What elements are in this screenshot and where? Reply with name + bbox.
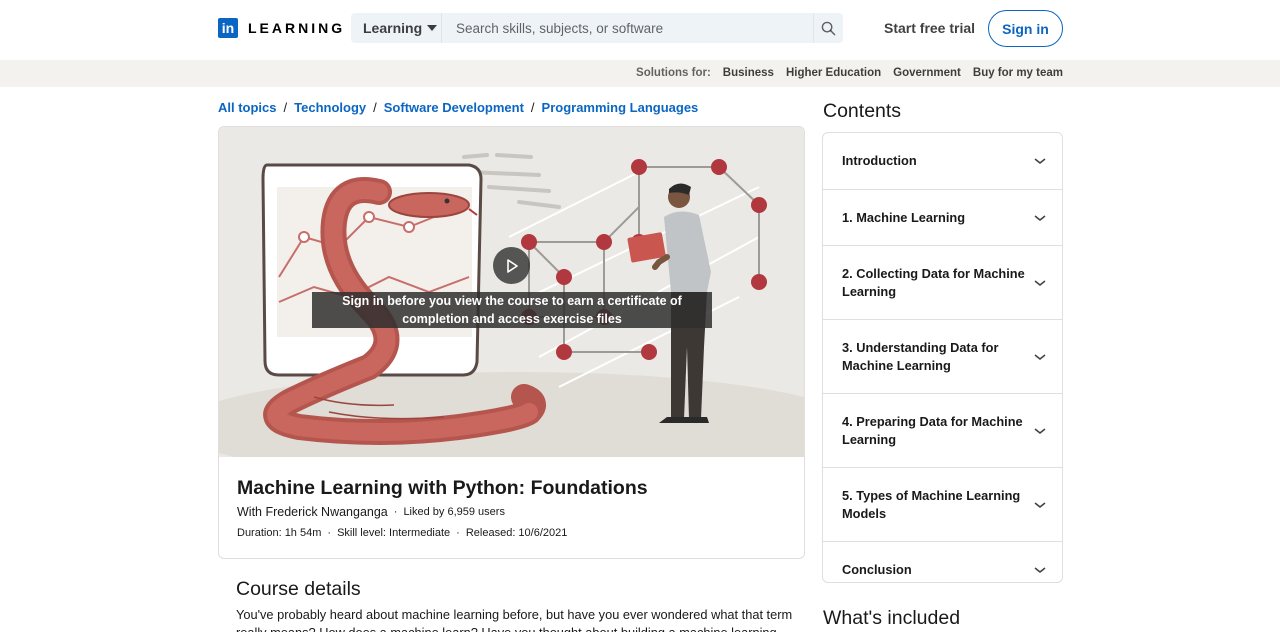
- search-type-label: Learning: [363, 20, 423, 36]
- search-bar: Learning: [351, 13, 843, 43]
- chevron-down-icon: [1034, 279, 1046, 286]
- chevron-down-icon: [1034, 214, 1046, 221]
- chevron-down-icon: [1034, 567, 1046, 573]
- search-input[interactable]: [441, 13, 813, 43]
- caret-down-icon: [427, 25, 438, 31]
- solutions-government-link[interactable]: Government: [893, 67, 961, 79]
- toc-item-understanding-data[interactable]: 3. Understanding Data for Machine Learni…: [823, 320, 1062, 394]
- solutions-bar: Solutions for: Business Higher Education…: [0, 60, 1280, 87]
- breadcrumb-separator: /: [373, 100, 377, 115]
- instructor-name[interactable]: With Frederick Nwanganga: [237, 505, 388, 519]
- solutions-higher-education-link[interactable]: Higher Education: [786, 67, 881, 79]
- chevron-down-icon: [1034, 427, 1046, 434]
- breadcrumb-all-topics[interactable]: All topics: [218, 100, 277, 115]
- toc-item-label: 1. Machine Learning: [842, 209, 966, 225]
- toc-item-label: Conclusion: [842, 562, 912, 577]
- toc-item-label: 4. Preparing Data for Machine Learning: [842, 413, 1023, 447]
- chevron-down-icon: [1034, 158, 1046, 164]
- course-released-date: Released: 10/6/2021: [465, 527, 568, 539]
- breadcrumb: All topics / Technology / Software Devel…: [218, 100, 698, 115]
- sign-in-video-message: Sign in before you view the course to ea…: [312, 292, 712, 328]
- course-details-text: You've probably heard about machine lear…: [236, 607, 793, 632]
- breadcrumb-programming-languages[interactable]: Programming Languages: [542, 100, 699, 115]
- start-free-trial-link[interactable]: Start free trial: [876, 20, 983, 36]
- liked-count: Liked by 6,959 users: [403, 506, 505, 518]
- contents-list: Introduction 1. Machine Learning 2. Coll…: [822, 132, 1063, 583]
- separator-dot: ·: [393, 506, 398, 518]
- course-card: Sign in before you view the course to ea…: [218, 126, 805, 559]
- toc-item-types-of-models[interactable]: 5. Types of Machine Learning Models: [823, 468, 1062, 542]
- toc-item-introduction[interactable]: Introduction: [823, 133, 1062, 190]
- logo-text: LEARNING: [248, 20, 346, 36]
- chevron-down-icon: [1034, 353, 1046, 360]
- course-duration: Duration: 1h 54m: [237, 527, 322, 539]
- solutions-business-link[interactable]: Business: [723, 67, 774, 79]
- search-button[interactable]: [813, 13, 843, 43]
- search-icon: [821, 21, 836, 35]
- separator-dot: ·: [456, 527, 460, 539]
- whats-included-heading: What's included: [823, 607, 961, 629]
- play-icon: [506, 258, 518, 273]
- course-details-heading: Course details: [236, 578, 361, 600]
- chevron-down-icon: [1034, 501, 1046, 508]
- course-title: Machine Learning with Python: Foundation…: [237, 477, 648, 499]
- toc-item-conclusion[interactable]: Conclusion: [823, 542, 1062, 582]
- breadcrumb-technology[interactable]: Technology: [294, 100, 366, 115]
- search-type-dropdown[interactable]: Learning: [351, 13, 441, 43]
- linkedin-icon: in: [218, 18, 238, 38]
- toc-item-label: 5. Types of Machine Learning Models: [842, 487, 1021, 521]
- course-meta-row: Duration: 1h 54m · Skill level: Intermed…: [237, 527, 567, 539]
- sign-in-button[interactable]: Sign in: [988, 10, 1063, 47]
- toc-item-preparing-data[interactable]: 4. Preparing Data for Machine Learning: [823, 394, 1062, 468]
- course-skill-level: Skill level: Intermediate: [337, 527, 451, 539]
- solutions-buy-for-team-link[interactable]: Buy for my team: [973, 67, 1063, 79]
- toc-item-machine-learning[interactable]: 1. Machine Learning: [823, 190, 1062, 246]
- toc-item-collecting-data[interactable]: 2. Collecting Data for Machine Learning: [823, 246, 1062, 320]
- toc-item-label: 2. Collecting Data for Machine Learning: [842, 265, 1025, 299]
- solutions-label: Solutions for:: [636, 67, 711, 79]
- linkedin-learning-logo[interactable]: in LEARNING: [218, 18, 345, 38]
- breadcrumb-software-development[interactable]: Software Development: [384, 100, 524, 115]
- toc-item-label: Introduction: [842, 153, 917, 168]
- breadcrumb-separator: /: [530, 100, 535, 115]
- toc-item-label: 3. Understanding Data for Machine Learni…: [842, 339, 999, 373]
- breadcrumb-separator: /: [283, 100, 288, 115]
- separator-dot: ·: [327, 527, 332, 539]
- top-header: in LEARNING Learning Start free trial Si…: [0, 0, 1280, 58]
- play-button[interactable]: [493, 247, 530, 284]
- course-instructor-row: With Frederick Nwanganga · Liked by 6,95…: [237, 505, 505, 519]
- contents-heading: Contents: [823, 100, 902, 122]
- course-video-preview[interactable]: Sign in before you view the course to ea…: [219, 127, 804, 457]
